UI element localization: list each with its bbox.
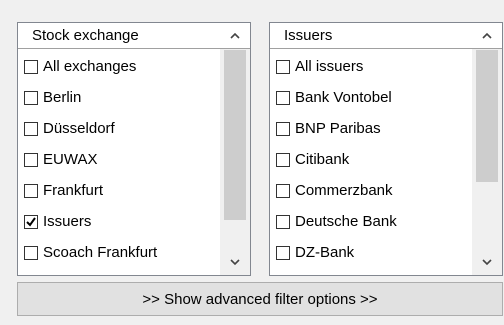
scroll-up-button[interactable] (472, 23, 502, 49)
list-item-label: All exchanges (43, 58, 137, 75)
list-item[interactable]: Scoach Frankfurt (24, 237, 218, 268)
chevron-up-icon (230, 32, 240, 39)
checkbox[interactable] (24, 245, 38, 260)
list-item[interactable]: Düsseldorf (24, 113, 218, 144)
checkbox[interactable] (24, 59, 38, 74)
checkbox[interactable] (276, 214, 290, 229)
list-item[interactable]: Deutsche Bank (276, 206, 470, 237)
show-advanced-filter-button[interactable]: >> Show advanced filter options >> (17, 282, 503, 316)
list-item-label: Commerzbank (295, 182, 393, 199)
scroll-up-button[interactable] (220, 23, 250, 49)
stock-exchange-listbox[interactable]: Stock exchange All exchanges Berlin Düss… (17, 22, 251, 276)
show-advanced-filter-label: >> Show advanced filter options >> (142, 290, 378, 308)
list-item-label: Issuers (43, 213, 92, 230)
list-item-label: Citibank (295, 151, 350, 168)
list-item[interactable]: Citibank (276, 144, 470, 175)
issuers-header: Issuers (270, 23, 474, 49)
list-item-label: Deutsche Bank (295, 213, 397, 230)
list-item[interactable]: All issuers (276, 51, 470, 82)
chevron-down-icon (230, 258, 240, 265)
list-item[interactable]: Bank Vontobel (276, 82, 470, 113)
chevron-up-icon (482, 32, 492, 39)
list-item-label: EUWAX (43, 151, 98, 168)
checkbox[interactable] (276, 183, 290, 198)
checkbox[interactable] (24, 121, 38, 136)
vertical-scrollbar[interactable] (220, 23, 250, 275)
list-item[interactable]: Commerzbank (276, 175, 470, 206)
scroll-down-button[interactable] (472, 249, 502, 275)
checkbox[interactable] (276, 245, 290, 260)
list-item-label: Scoach Frankfurt (43, 244, 158, 261)
list-item-label: Düsseldorf (43, 120, 115, 137)
scroll-thumb[interactable] (224, 50, 246, 220)
list-item[interactable]: DZ-Bank (276, 237, 470, 268)
list-item[interactable]: Issuers (24, 206, 218, 237)
chevron-down-icon (482, 258, 492, 265)
checkbox-checked[interactable] (24, 214, 38, 229)
list-item-label: BNP Paribas (295, 120, 381, 137)
checkbox[interactable] (276, 152, 290, 167)
checkbox[interactable] (276, 59, 290, 74)
stock-exchange-header: Stock exchange (18, 23, 222, 49)
list-item-label: Frankfurt (43, 182, 104, 199)
list-item[interactable]: Frankfurt (24, 175, 218, 206)
stock-exchange-items: All exchanges Berlin Düsseldorf EUWAX Fr… (24, 51, 218, 268)
list-item[interactable]: All exchanges (24, 51, 218, 82)
scroll-down-button[interactable] (220, 249, 250, 275)
scroll-thumb[interactable] (476, 50, 498, 182)
checkmark-icon (26, 216, 36, 227)
list-item-label: DZ-Bank (295, 244, 355, 261)
list-item[interactable]: Berlin (24, 82, 218, 113)
list-item-label: All issuers (295, 58, 364, 75)
list-item[interactable]: BNP Paribas (276, 113, 470, 144)
list-item[interactable]: EUWAX (24, 144, 218, 175)
issuers-listbox[interactable]: Issuers All issuers Bank Vontobel BNP Pa… (269, 22, 503, 276)
checkbox[interactable] (276, 90, 290, 105)
checkbox[interactable] (24, 90, 38, 105)
list-item-label: Bank Vontobel (295, 89, 392, 106)
list-item-label: Berlin (43, 89, 82, 106)
checkbox[interactable] (276, 121, 290, 136)
vertical-scrollbar[interactable] (472, 23, 502, 275)
checkbox[interactable] (24, 183, 38, 198)
checkbox[interactable] (24, 152, 38, 167)
issuers-items: All issuers Bank Vontobel BNP Paribas Ci… (276, 51, 470, 268)
